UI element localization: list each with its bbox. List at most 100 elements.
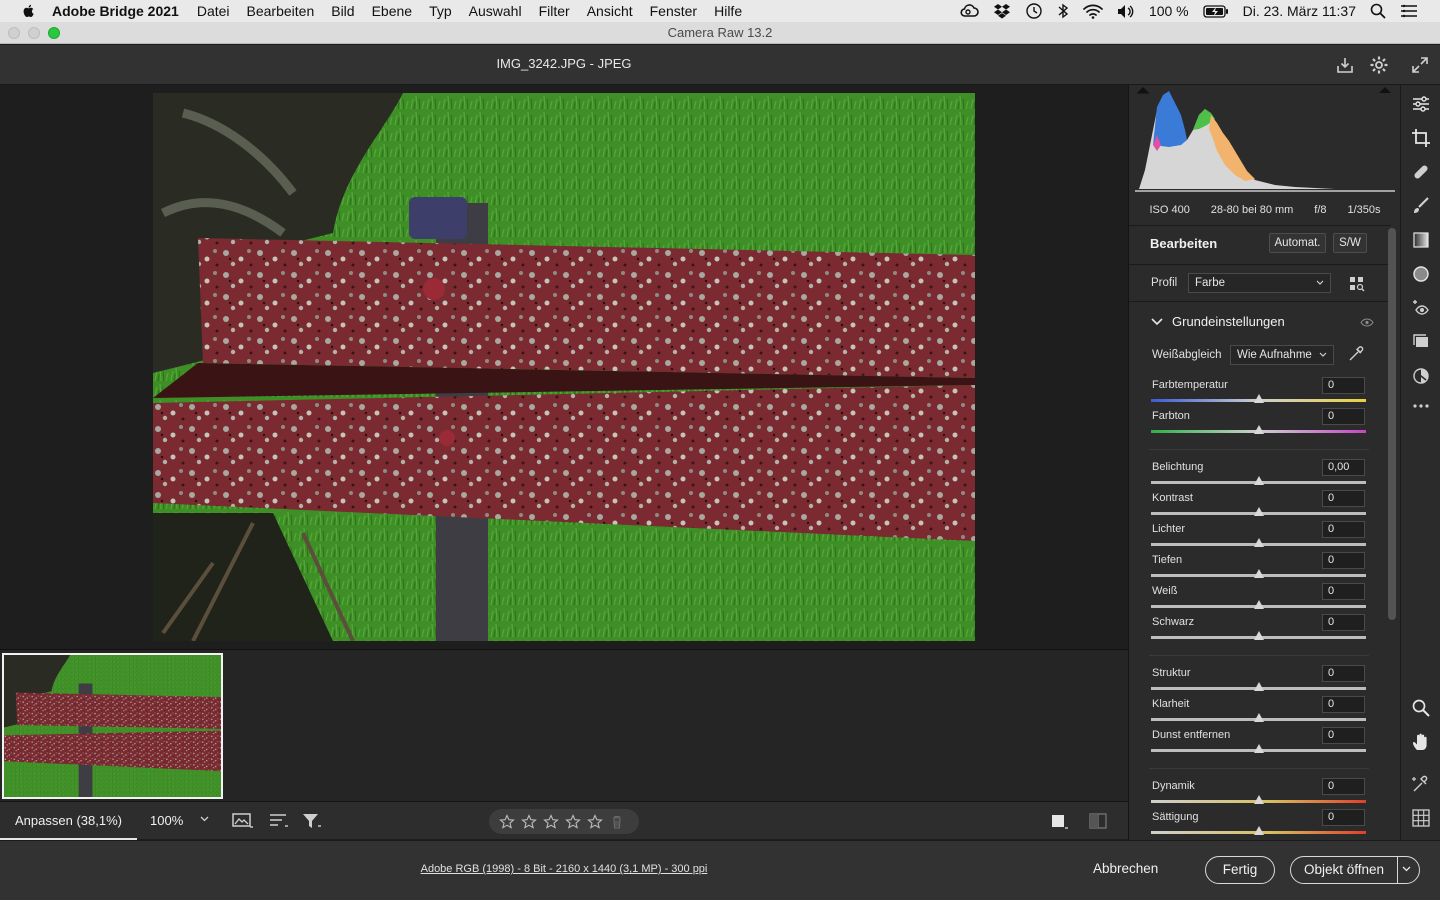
healing-bandage-icon[interactable] [1411,162,1431,182]
presets-icon[interactable] [1411,366,1431,386]
panel-scrollbar[interactable] [1388,228,1396,620]
window-fullscreen-button[interactable] [48,27,60,39]
slider-thumb[interactable] [1253,538,1264,547]
time-machine-icon[interactable] [1025,2,1043,20]
settings-gear-icon[interactable] [1369,55,1389,75]
slider-value-input[interactable]: 0 [1322,809,1365,826]
image-canvas[interactable] [0,85,1128,649]
profile-browser-icon[interactable] [1349,276,1365,292]
slider-thumb[interactable] [1253,744,1264,753]
window-minimize-button[interactable] [28,27,40,39]
slider-value-input[interactable]: 0 [1322,696,1365,713]
trash-icon[interactable] [609,814,625,830]
cancel-button[interactable]: Abbrechen [1093,861,1158,876]
chevron-down-icon[interactable] [1151,318,1163,326]
filmstrip-thumbnail[interactable] [2,653,223,799]
crop-icon[interactable] [1411,128,1431,148]
star-icon-2[interactable] [521,813,537,830]
save-image-icon[interactable] [1335,55,1355,75]
edit-sliders-icon[interactable] [1411,94,1431,114]
chevron-down-icon[interactable] [200,816,209,822]
workflow-options-link[interactable]: Adobe RGB (1998) - 8 Bit - 2160 x 1440 (… [0,863,1128,875]
slider-thumb[interactable] [1253,476,1264,485]
sort-icon[interactable] [268,812,290,830]
volume-icon[interactable] [1117,4,1135,19]
photo-preview[interactable] [153,93,975,641]
eyedropper-icon[interactable] [1347,345,1365,363]
graduated-filter-icon[interactable] [1411,230,1431,250]
slider-thumb[interactable] [1253,631,1264,640]
grid-overlay-icon[interactable] [1411,808,1431,828]
bluetooth-icon[interactable] [1057,3,1069,19]
visibility-eye-icon[interactable] [1360,318,1374,327]
red-eye-icon[interactable] [1411,298,1431,318]
filter-icon[interactable] [301,812,323,830]
more-options-icon[interactable] [1411,396,1431,416]
slider-value-input[interactable]: 0 [1322,583,1365,600]
before-after-icon[interactable] [1087,812,1109,830]
spotlight-search-icon[interactable] [1370,3,1386,19]
wifi-icon[interactable] [1083,4,1103,19]
profile-dropdown[interactable]: Farbe [1188,273,1331,293]
menu-filter[interactable]: Filter [539,3,570,19]
slider-value-input[interactable]: 0 [1322,665,1365,682]
slider-value-input[interactable]: 0 [1322,614,1365,631]
menu-auswahl[interactable]: Auswahl [469,3,522,19]
radial-filter-icon[interactable] [1411,264,1431,284]
creative-cloud-icon[interactable] [959,4,979,18]
color-sampler-icon[interactable] [1411,774,1431,794]
slider-thumb[interactable] [1253,826,1264,835]
dropbox-icon[interactable] [993,3,1011,19]
menu-ansicht[interactable]: Ansicht [587,3,633,19]
slider-thumb[interactable] [1253,569,1264,578]
menu-fenster[interactable]: Fenster [650,3,697,19]
fullscreen-expand-icon[interactable] [1410,55,1430,75]
white-balance-dropdown[interactable]: Wie Aufnahme [1230,345,1334,365]
window-close-button[interactable] [8,27,20,39]
slider-value-input[interactable]: 0 [1322,408,1365,425]
slider-value-input[interactable]: 0,00 [1322,459,1365,476]
slider-value-input[interactable]: 0 [1322,552,1365,569]
menu-bild[interactable]: Bild [331,3,354,19]
menu-typ[interactable]: Typ [429,3,452,19]
slider-value-input[interactable]: 0 [1322,778,1365,795]
menu-hilfe[interactable]: Hilfe [714,3,742,19]
menu-datei[interactable]: Datei [197,3,230,19]
slider-thumb[interactable] [1253,507,1264,516]
slider-value-input[interactable]: 0 [1322,521,1365,538]
filmstrip-options-icon[interactable] [232,812,254,830]
star-icon-5[interactable] [587,813,603,830]
star-icon-1[interactable] [499,813,515,830]
chevron-down-icon[interactable] [1402,866,1411,872]
slider-value-input[interactable]: 0 [1322,727,1365,744]
open-object-button[interactable]: Objekt öffnen [1290,856,1420,884]
control-center-icon[interactable] [1400,4,1418,18]
zoom-magnifier-icon[interactable] [1411,698,1431,718]
black-white-button[interactable]: S/W [1333,233,1367,253]
hand-pan-icon[interactable] [1411,732,1431,752]
slider-thumb[interactable] [1253,682,1264,691]
apple-icon[interactable] [20,3,38,19]
slider-thumb[interactable] [1253,600,1264,609]
slider-thumb[interactable] [1253,425,1264,434]
menu-bearbeiten[interactable]: Bearbeiten [247,3,315,19]
snapshots-icon[interactable] [1411,332,1431,352]
auto-button[interactable]: Automat. [1269,233,1326,253]
basic-section-title[interactable]: Grundeinstellungen [1172,314,1285,329]
single-view-icon[interactable] [1050,812,1072,830]
menu-ebene[interactable]: Ebene [372,3,412,19]
zoom-fit-button[interactable]: Anpassen (38,1%) [0,802,137,840]
slider-thumb[interactable] [1253,795,1264,804]
slider-thumb[interactable] [1253,394,1264,403]
slider-value-input[interactable]: 0 [1322,377,1365,394]
done-button[interactable]: Fertig [1205,856,1275,884]
app-name-menu[interactable]: Adobe Bridge 2021 [52,3,179,19]
battery-charging-icon[interactable] [1202,4,1229,18]
menubar-clock[interactable]: Di. 23. März 11:37 [1243,3,1356,19]
slider-value-input[interactable]: 0 [1322,490,1365,507]
adjustment-brush-icon[interactable] [1411,196,1431,216]
zoom-percent-button[interactable]: 100% [150,813,183,828]
star-icon-3[interactable] [543,813,559,830]
star-icon-4[interactable] [565,813,581,830]
slider-thumb[interactable] [1253,713,1264,722]
